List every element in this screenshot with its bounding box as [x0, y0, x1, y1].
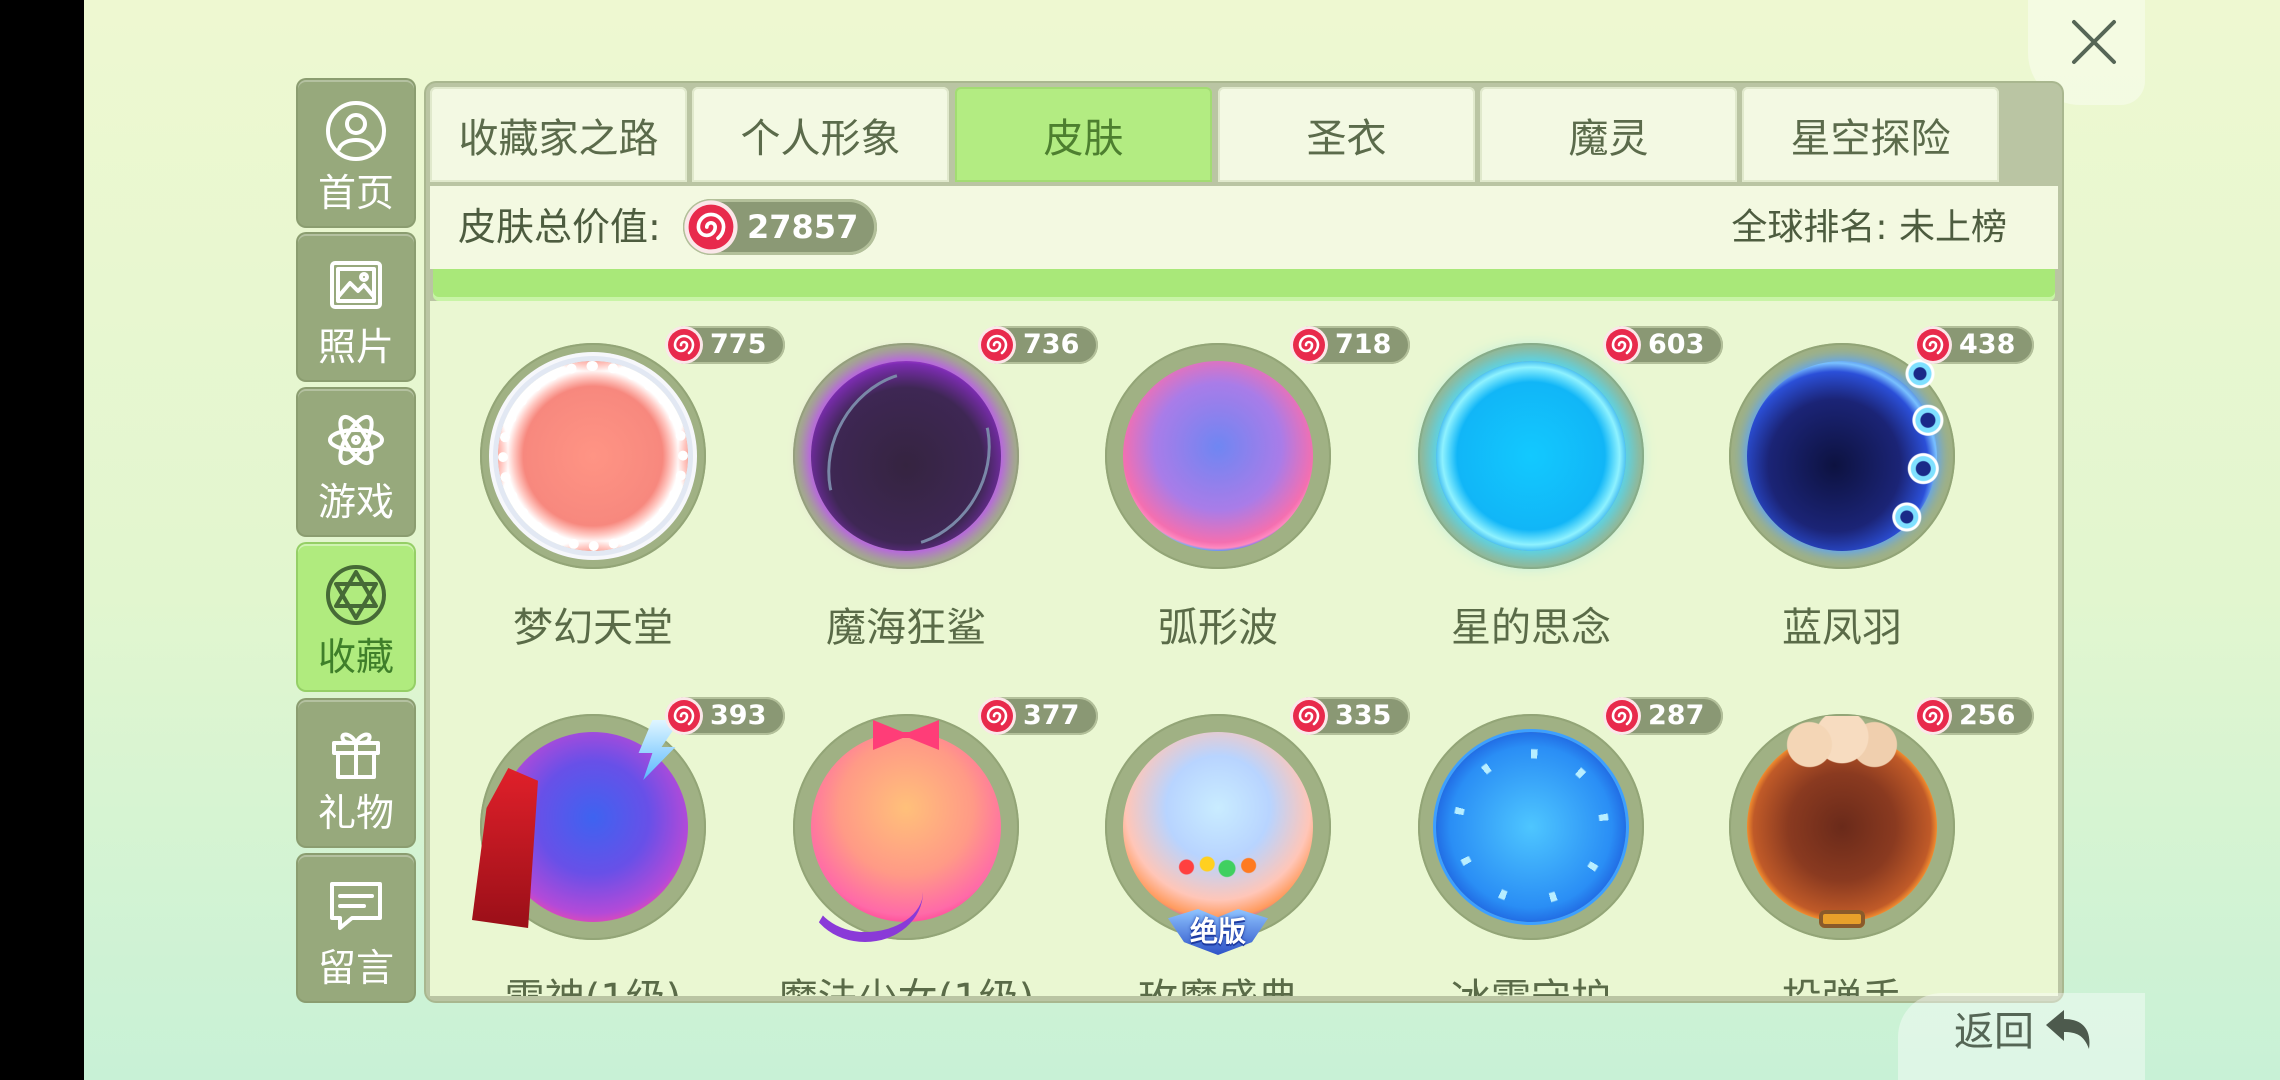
sidebar-item-label: 游戏	[317, 480, 394, 524]
skin-preview	[1436, 732, 1626, 922]
skin-preview	[1747, 357, 1953, 551]
skin-avatar	[793, 343, 1019, 569]
skin-item[interactable]: 377 魔法少女(1级)	[756, 696, 1098, 996]
total-value: 27857	[747, 208, 859, 246]
skin-preview	[807, 732, 1001, 942]
skin-item[interactable]: 775 梦幻天堂	[443, 325, 785, 656]
skin-item[interactable]: 603 星的思念	[1381, 325, 1723, 656]
back-button[interactable]: 返回	[1954, 1008, 2034, 1056]
global-rank: 全球排名: 未上榜	[1731, 207, 2007, 248]
sidebar-item-messages[interactable]: 留言	[298, 855, 414, 1001]
gift-icon	[332, 732, 380, 779]
skin-preview	[1123, 732, 1313, 922]
skin-preview	[1747, 716, 1937, 928]
collection-panel: 收藏家之路 个人形象 皮肤 圣衣 魔灵 星空探险 皮肤总价值: 27857 全球…	[426, 83, 2062, 1001]
lollipop-currency-icon	[977, 696, 1017, 736]
price-badge: 256	[1915, 697, 2034, 735]
sidebar-item-home[interactable]: 首页	[298, 80, 414, 226]
sidebar-item-photos[interactable]: 照片	[298, 234, 414, 380]
gem-icon	[326, 565, 386, 625]
photo-icon	[330, 261, 382, 309]
lollipop-currency-icon	[1289, 696, 1329, 736]
limited-edition-badge: 绝版	[1168, 901, 1268, 959]
summary-header: 皮肤总价值: 27857 全球排名: 未上榜	[430, 186, 2058, 269]
skin-item[interactable]: 736 魔海狂鲨	[756, 325, 1098, 656]
lollipop-currency-icon	[1602, 325, 1642, 365]
skin-item[interactable]: 393 雷神(1级)	[443, 696, 785, 996]
skin-item[interactable]: 256 投弹手	[1692, 697, 2034, 996]
skin-name: 弧形波	[1158, 605, 1278, 651]
skin-avatar	[480, 343, 706, 569]
sidebar-item-label: 照片	[317, 325, 394, 369]
atom-icon	[328, 414, 384, 466]
skin-preview	[498, 732, 688, 922]
skin-preview	[498, 361, 688, 551]
skin-avatar	[793, 714, 1019, 942]
lollipop-currency-icon	[664, 325, 704, 365]
close-icon[interactable]	[2064, 12, 2124, 72]
lollipop-currency-icon	[1913, 696, 1953, 736]
skin-name: 玫魔盛典	[1038, 977, 1398, 996]
sidebar-item-gifts[interactable]: 礼物	[298, 700, 414, 846]
user-icon	[326, 101, 386, 161]
price-badge: 438	[1915, 326, 2034, 364]
skin-name: 梦幻天堂	[513, 605, 673, 651]
skin-name: 蓝凤羽	[1782, 605, 1902, 651]
skin-preview	[1436, 361, 1626, 551]
limited-edition-label: 绝版	[1189, 915, 1246, 948]
tab-skins[interactable]: 皮肤	[955, 87, 1212, 182]
skin-avatar	[1729, 714, 1955, 940]
skin-grid[interactable]: 775 梦幻天堂 736 魔海狂鲨 718 弧形波 603 星的思念 438 蓝…	[430, 301, 2058, 996]
lollipop-currency-icon	[1289, 325, 1329, 365]
screen-letterbox	[0, 0, 84, 1080]
back-arrow-icon[interactable]	[2042, 1005, 2096, 1059]
skin-name: 雷神(1级)	[430, 977, 773, 996]
sidebar-item-label: 礼物	[317, 791, 394, 835]
skin-name: 魔海狂鲨	[826, 605, 986, 651]
skin-avatar	[1729, 343, 1955, 569]
lollipop-currency-icon	[1913, 325, 1953, 365]
skin-item[interactable]: 335 绝版 玫魔盛典	[1068, 696, 1410, 996]
total-value-pill: 27857	[683, 199, 877, 255]
skin-item[interactable]: 438 蓝凤羽	[1692, 326, 2034, 656]
skin-avatar	[1418, 714, 1644, 940]
category-bar[interactable]	[433, 269, 2055, 301]
skin-avatar	[1418, 343, 1644, 569]
price-value: 256	[1959, 700, 2016, 731]
lollipop-currency-icon	[664, 696, 704, 736]
lollipop-currency-icon	[977, 325, 1017, 365]
sidebar-item-collection[interactable]: 收藏	[298, 544, 414, 690]
tab-holy-armor[interactable]: 圣衣	[1218, 87, 1475, 182]
lollipop-currency-icon	[683, 199, 739, 255]
skin-avatar	[1105, 343, 1331, 569]
lollipop-currency-icon	[1602, 696, 1642, 736]
skin-preview	[811, 361, 1001, 551]
skin-preview	[1123, 361, 1313, 551]
skin-item[interactable]: 718 弧形波	[1068, 325, 1410, 656]
tab-personal-image[interactable]: 个人形象	[692, 87, 949, 182]
sidebar-item-games[interactable]: 游戏	[298, 389, 414, 535]
total-value-label: 皮肤总价值:	[458, 205, 661, 249]
sidebar-item-label: 收藏	[317, 635, 394, 679]
sidebar-item-label: 首页	[317, 171, 394, 215]
skin-item[interactable]: 287 冰霜守护	[1381, 696, 1723, 996]
tab-demon-spirit[interactable]: 魔灵	[1480, 87, 1737, 182]
skin-name: 冰霜守护	[1351, 977, 1711, 996]
tab-collector-road[interactable]: 收藏家之路	[430, 87, 687, 182]
message-icon	[330, 882, 382, 930]
sidebar-item-label: 留言	[317, 946, 394, 990]
price-value: 438	[1959, 329, 2016, 360]
skin-avatar	[480, 714, 706, 940]
skin-name: 星的思念	[1451, 605, 1611, 651]
skin-name: 魔法少女(1级)	[726, 977, 1086, 996]
tab-star-exploration[interactable]: 星空探险	[1742, 87, 1999, 182]
